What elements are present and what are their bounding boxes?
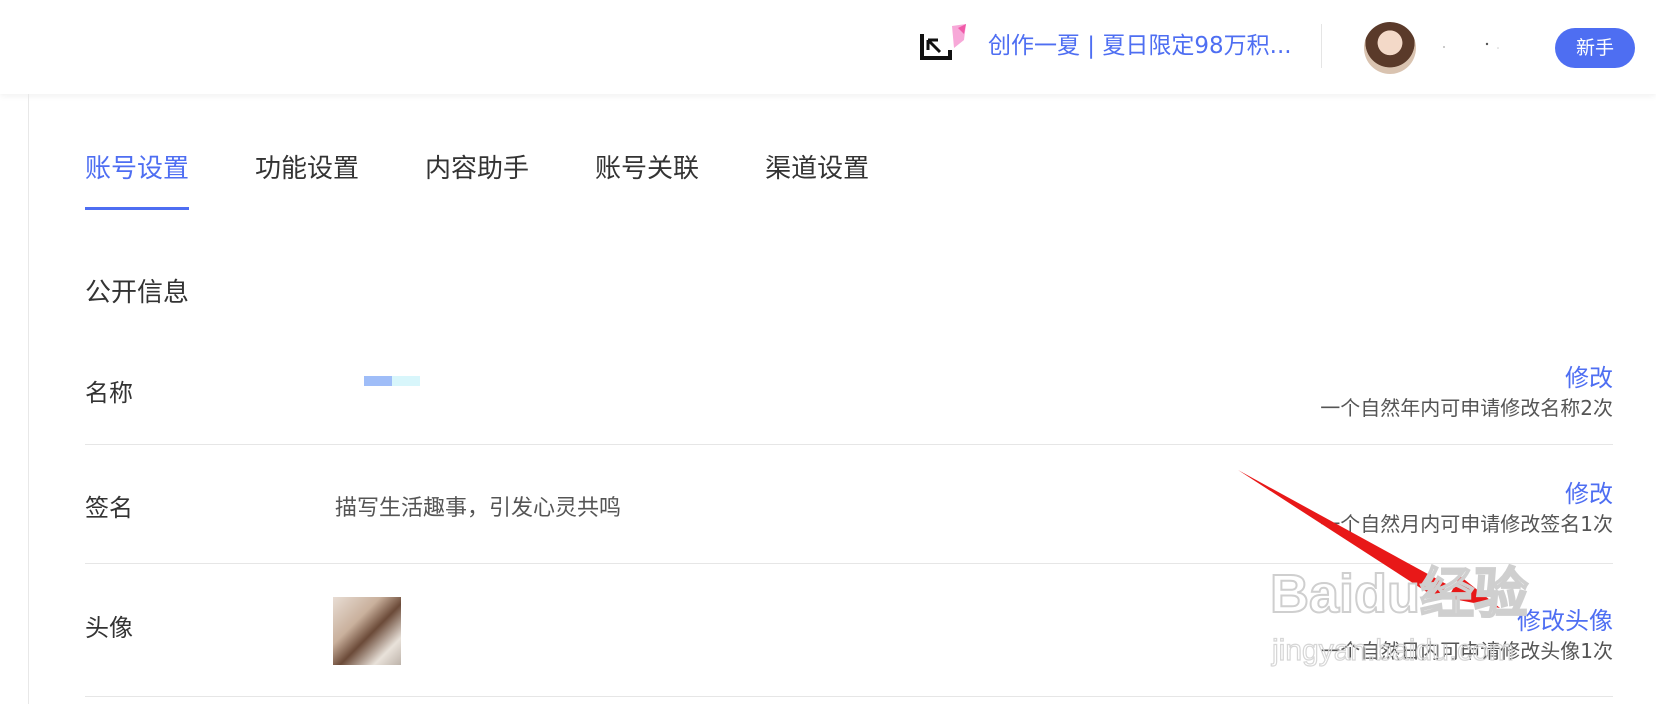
avatar-thumbnail [333, 597, 401, 665]
row-name: 名称 修改 一个自然年内可申请修改名称2次 [85, 330, 1613, 445]
row-signature: 签名 描写生活趣事，引发心灵共鸣 修改 一个自然月内可申请修改签名1次 [85, 446, 1613, 564]
header-divider [1321, 24, 1322, 68]
section-title: 公开信息 [85, 278, 190, 308]
tab-account-settings[interactable]: 账号设置 [85, 148, 190, 210]
row-avatar: 头像 修改头像 一个自然日内可申请修改头像1次 [85, 565, 1613, 697]
signature-value: 描写生活趣事，引发心灵共鸣 [335, 496, 622, 521]
edit-name-button[interactable]: 修改 [1565, 358, 1613, 393]
user-avatar[interactable] [1364, 22, 1416, 74]
tab-account-link[interactable]: 账号关联 [595, 148, 699, 198]
tab-function-settings[interactable]: 功能设置 [255, 148, 359, 198]
row-label: 名称 [85, 379, 133, 407]
settings-tabs: 账号设置 功能设置 内容助手 账号关联 渠道设置 [85, 148, 935, 210]
promo-link[interactable]: 创作一夏 | 夏日限定98万积... [988, 26, 1292, 60]
row-label: 签名 [85, 494, 133, 522]
row-hint: 一个自然日内可申请修改头像1次 [1320, 639, 1613, 663]
username-redacted[interactable] [1440, 42, 1510, 50]
name-value-redacted [364, 376, 420, 386]
promo-icon[interactable] [920, 22, 968, 62]
top-bar: 创作一夏 | 夏日限定98万积... 新手 [0, 0, 1656, 94]
newbie-button[interactable]: 新手 [1555, 28, 1635, 68]
row-hint: 一个自然年内可申请修改名称2次 [1320, 396, 1613, 420]
left-border [28, 94, 29, 704]
tab-channel-settings[interactable]: 渠道设置 [765, 148, 869, 198]
edit-signature-button[interactable]: 修改 [1565, 474, 1613, 509]
tab-content-assistant[interactable]: 内容助手 [425, 148, 529, 198]
row-label: 头像 [85, 614, 133, 642]
change-avatar-button[interactable]: 修改头像 [1517, 601, 1613, 636]
row-hint: 一个自然月内可申请修改签名1次 [1320, 512, 1613, 536]
